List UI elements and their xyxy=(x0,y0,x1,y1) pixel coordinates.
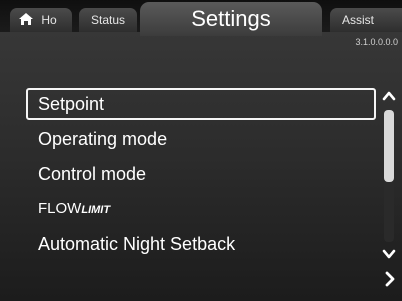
tab-assist-label: Assist xyxy=(342,13,375,27)
menu-item-setpoint[interactable]: Setpoint xyxy=(26,88,376,120)
menu-item-label-suffix: LIMIT xyxy=(81,204,111,216)
tab-settings[interactable]: Settings xyxy=(140,2,322,36)
device-screen: Ho Status Assist Settings 3.1.0.0.0.0 Se… xyxy=(0,0,402,301)
chevron-right-icon[interactable] xyxy=(383,270,397,288)
chevron-up-icon[interactable] xyxy=(382,88,396,104)
menu-scrollbar[interactable] xyxy=(382,88,396,263)
version-label: 3.1.0.0.0.0 xyxy=(355,37,398,47)
tab-status-label: Status xyxy=(90,13,126,27)
menu-item-label: Operating mode xyxy=(38,129,168,149)
menu-item-label: Automatic Night Setback xyxy=(38,234,236,254)
menu-item-operating-mode[interactable]: Operating mode xyxy=(26,123,376,155)
settings-menu: Setpoint Operating mode Control mode FLO… xyxy=(26,88,380,265)
menu-item-label: Setpoint xyxy=(38,94,105,114)
menu-item-label: FLOW xyxy=(38,200,82,217)
tab-home[interactable]: Ho xyxy=(10,8,72,32)
menu-item-automatic-night-setback[interactable]: Automatic Night Setback xyxy=(26,228,376,260)
menu-item-label: Control mode xyxy=(38,164,147,184)
menu-item-flowlimit[interactable]: FLOWLIMIT xyxy=(26,193,376,225)
home-icon xyxy=(19,13,33,26)
tab-assist[interactable]: Assist xyxy=(330,8,402,32)
tab-settings-label: Settings xyxy=(191,6,271,31)
tab-home-label: Ho xyxy=(41,13,57,27)
scroll-thumb[interactable] xyxy=(384,110,394,182)
tab-status[interactable]: Status xyxy=(79,8,137,32)
menu-item-control-mode[interactable]: Control mode xyxy=(26,158,376,190)
chevron-down-icon[interactable] xyxy=(382,246,396,262)
